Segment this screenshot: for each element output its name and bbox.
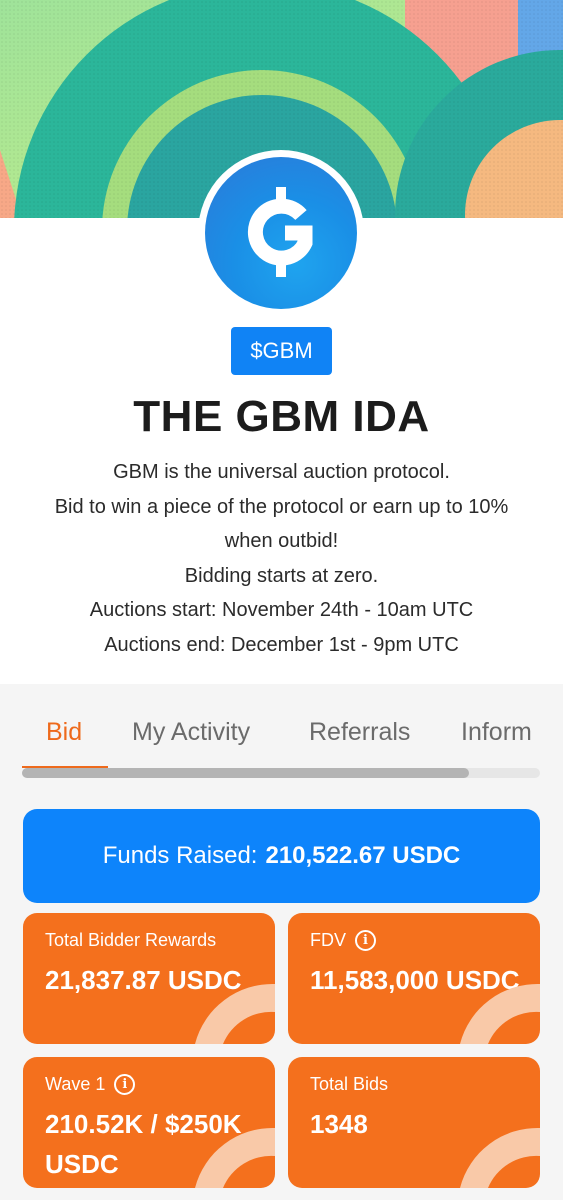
total-bidder-rewards-card: Total Bidder Rewards 21,837.87 USDC: [23, 913, 275, 1044]
gbm-logo-icon: [205, 157, 357, 309]
description-line: when outbid!: [224, 530, 339, 552]
description: GBM is the universal auction protocol. B…: [0, 455, 563, 662]
description-line: Bidding starts at zero.: [184, 564, 379, 587]
logo-avatar: [198, 150, 364, 316]
funds-raised-banner: Funds Raised: 210,522.67 USDC: [23, 809, 540, 903]
description-line: Auctions end: December 1st - 9pm UTC: [104, 633, 459, 656]
card-label: Total Bidder Rewards: [45, 930, 217, 950]
tab-information[interactable]: Inform: [461, 718, 532, 747]
card-label: Wave 1: [45, 1074, 106, 1094]
card-decoration: [195, 1127, 275, 1188]
card-label: FDV: [310, 930, 346, 950]
funds-raised-value: 210,522.67 USDC: [265, 842, 461, 869]
card-decoration: [460, 1127, 540, 1188]
info-icon[interactable]: i: [114, 1074, 136, 1095]
tab-bar: Bid My Activity Referrals Inform: [22, 700, 542, 760]
tab-referrals[interactable]: Referrals: [309, 718, 410, 747]
card-label: Total Bids: [310, 1074, 389, 1094]
funds-raised-label: Funds Raised:: [102, 842, 258, 869]
card-decoration: [460, 983, 540, 1044]
page-title: THE GBM IDA: [133, 392, 430, 441]
description-line: GBM is the universal auction protocol.: [113, 461, 450, 483]
card-decoration: [195, 983, 275, 1044]
description-line: Bid to win a piece of the protocol or ea…: [54, 495, 509, 518]
tab-my-activity[interactable]: My Activity: [132, 718, 250, 747]
info-icon[interactable]: i: [355, 930, 376, 951]
fdv-card: FDV i 11,583,000 USDC: [288, 913, 540, 1044]
active-tab-indicator: [22, 766, 108, 768]
tab-bid[interactable]: Bid: [46, 718, 82, 747]
total-bids-card: Total Bids 1348: [288, 1057, 540, 1188]
token-ticker-badge: $GBM: [231, 327, 332, 375]
description-line: Auctions start: November 24th - 10am UTC: [89, 599, 474, 621]
tab-scrollbar[interactable]: [22, 768, 540, 778]
wave-card: Wave 1 i 210.52K / $250K USDC: [23, 1057, 275, 1188]
tab-scrollbar-thumb[interactable]: [22, 768, 469, 778]
